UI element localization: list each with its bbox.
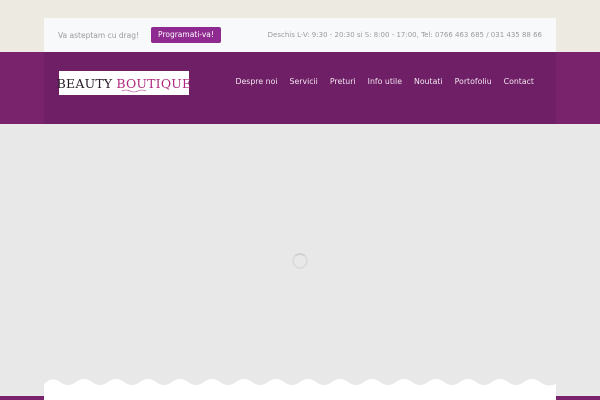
- logo[interactable]: BEAUTY BOUTIQUE: [56, 71, 191, 95]
- main-nav: Despre noi Servicii Preturi Info utile N…: [236, 77, 535, 86]
- logo-word-beauty: BEAUTY: [56, 75, 113, 91]
- opening-hours-text: Deschis L-V: 9:30 - 20:30 si S: 8:00 - 1…: [267, 31, 542, 39]
- header-band: BEAUTY BOUTIQUE Despre noi Servicii Pret…: [0, 52, 600, 124]
- nav-item-contact[interactable]: Contact: [504, 77, 534, 86]
- nav-item-info-utile[interactable]: Info utile: [368, 77, 402, 86]
- book-appointment-button[interactable]: Programati-va!: [151, 27, 221, 43]
- nav-item-preturi[interactable]: Preturi: [330, 77, 356, 86]
- nav-item-servicii[interactable]: Servicii: [290, 77, 318, 86]
- nav-item-despre-noi[interactable]: Despre noi: [236, 77, 278, 86]
- header: BEAUTY BOUTIQUE Despre noi Servicii Pret…: [44, 52, 556, 124]
- welcome-text: Va asteptam cu drag!: [58, 30, 140, 40]
- nav-item-portofoliu[interactable]: Portofoliu: [455, 77, 492, 86]
- top-bar: Va asteptam cu drag! Programati-va! Desc…: [44, 18, 556, 52]
- nav-item-noutati[interactable]: Noutati: [414, 77, 443, 86]
- logo-swirl-icon: [121, 89, 147, 93]
- wave-divider: [44, 379, 556, 400]
- loading-spinner-icon: [292, 253, 308, 269]
